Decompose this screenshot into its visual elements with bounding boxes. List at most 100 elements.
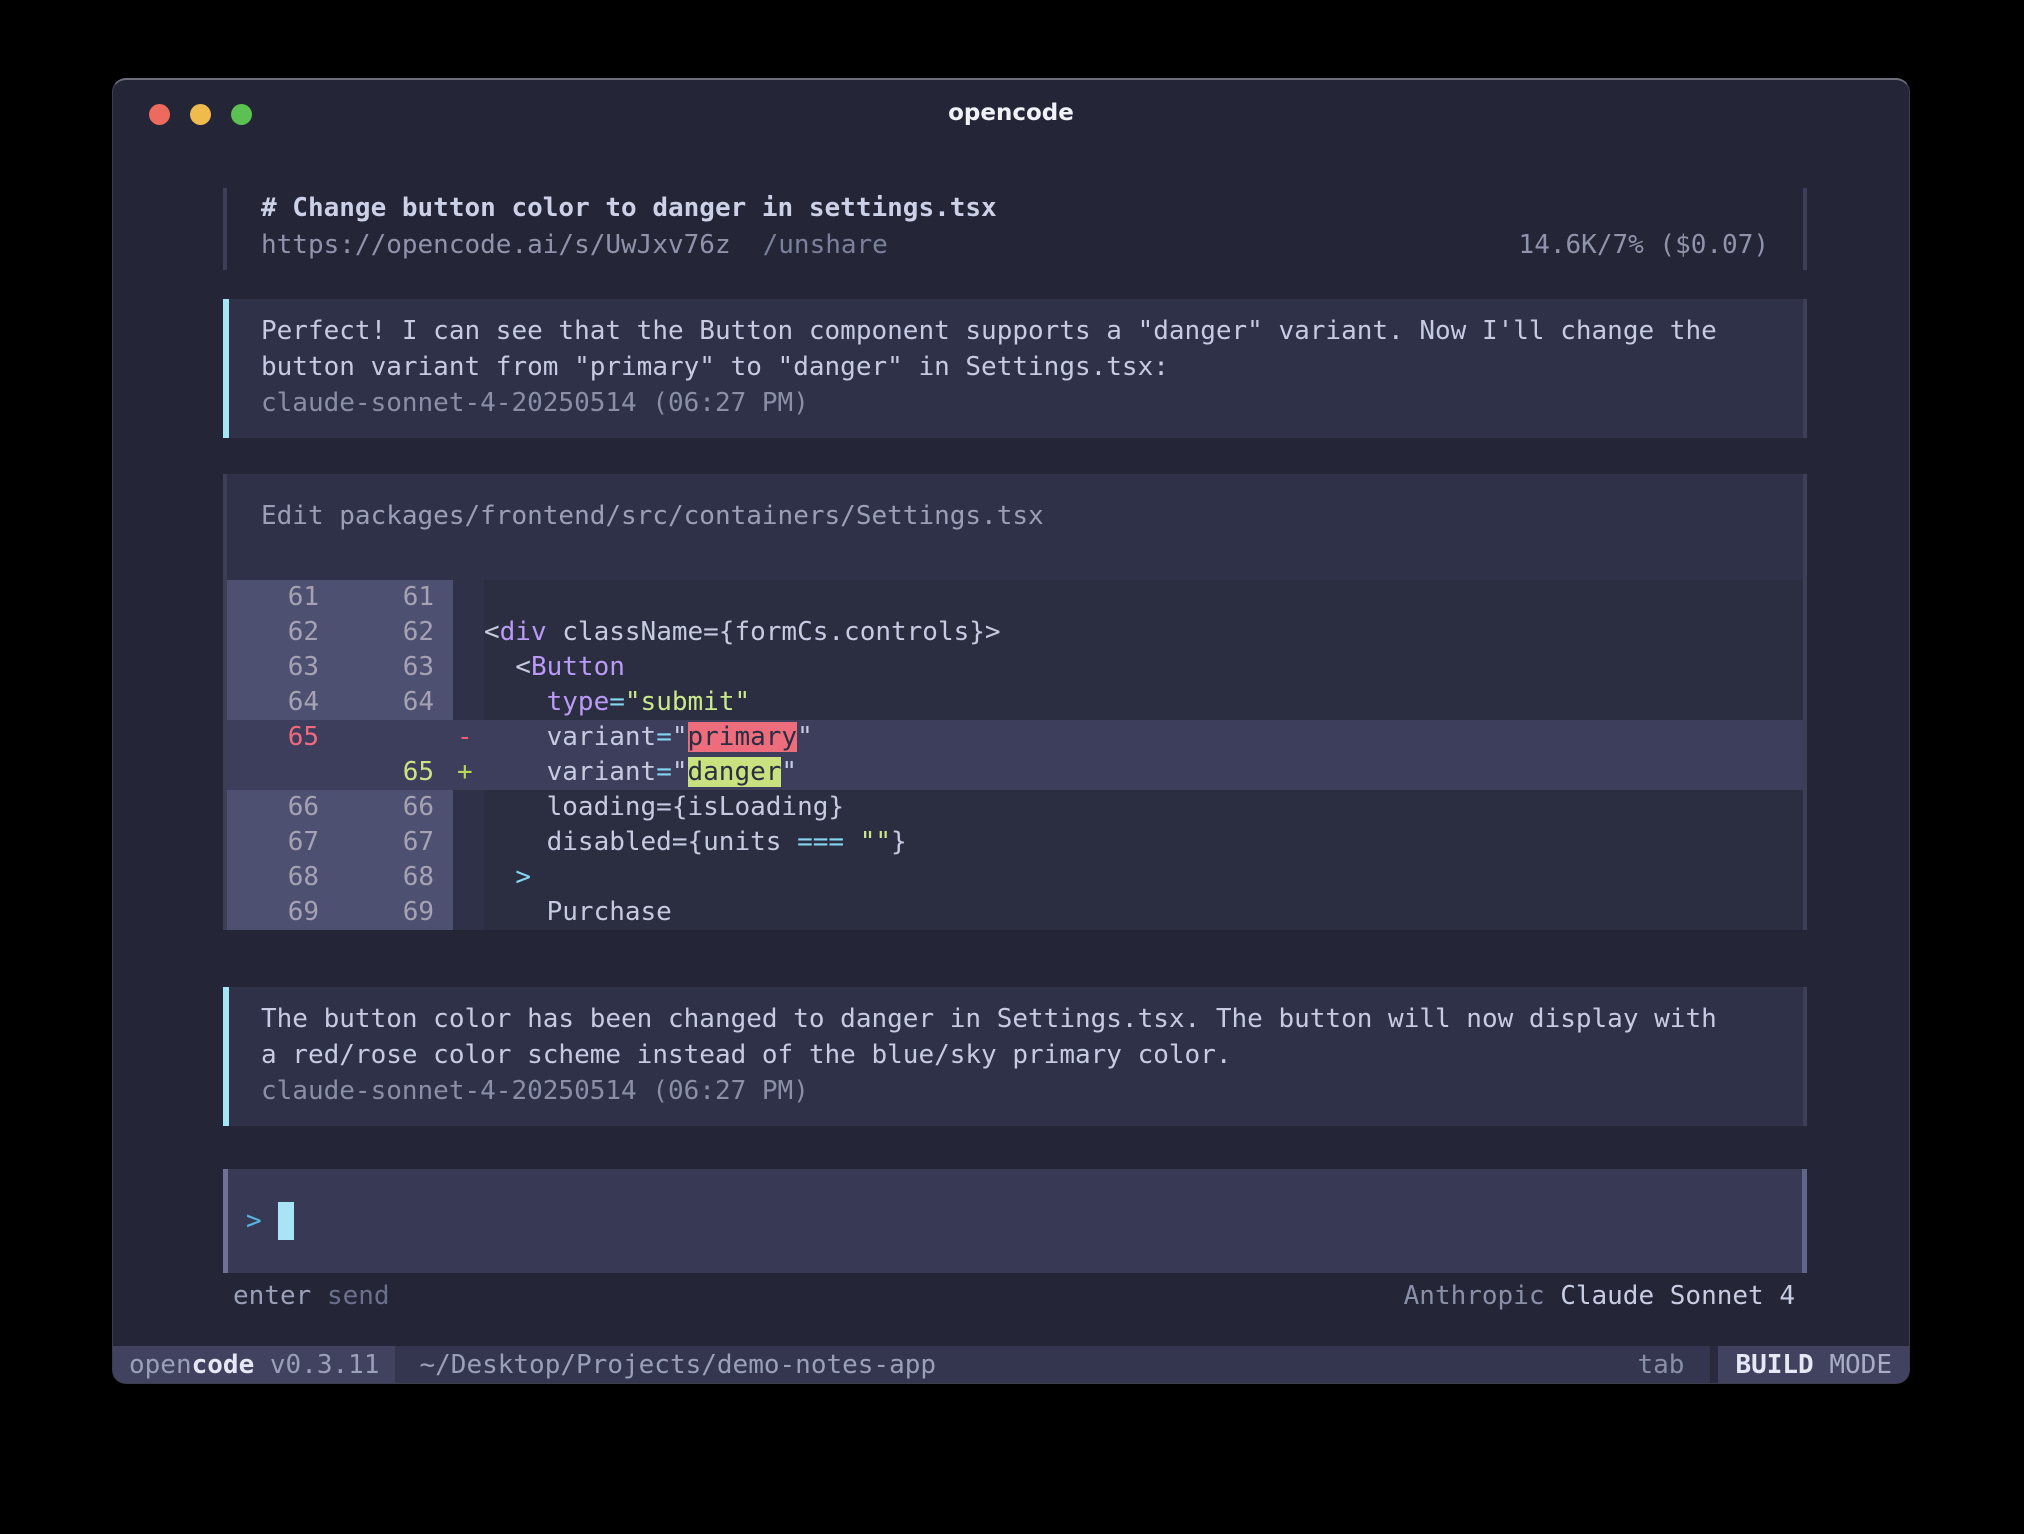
new-line-number: 65	[319, 755, 434, 790]
model-label: Claude Sonnet 4	[1560, 1281, 1795, 1311]
mode-name: BUILD	[1735, 1350, 1813, 1380]
diff-gutter: 6666	[227, 790, 453, 825]
working-directory: ~/Desktop/Projects/demo-notes-app	[419, 1346, 936, 1383]
code-token: variant	[484, 757, 656, 787]
code-token: disabled={units	[484, 827, 797, 857]
window-title: opencode	[113, 100, 1909, 126]
message-model-meta: claude-sonnet-4-20250514 (06:27 PM)	[261, 1073, 1773, 1109]
diff-gutter: 6363	[227, 650, 453, 685]
tab-key-hint[interactable]: tab	[1637, 1346, 1684, 1383]
code-token: className={formCs.controls}>	[547, 617, 1001, 647]
titlebar: opencode	[113, 80, 1909, 150]
code-token: variant	[484, 722, 656, 752]
code-token: "submit"	[625, 687, 750, 717]
diff-row: 65- variant="primary"	[227, 720, 1803, 755]
old-line-number: 65	[227, 720, 319, 755]
diff-marker	[453, 685, 484, 720]
session-header: # Change button color to danger in setti…	[223, 188, 1807, 270]
edit-tool-call: Edit packages/frontend/src/containers/Se…	[223, 474, 1807, 930]
mode-indicator[interactable]: BUILD MODE	[1718, 1346, 1909, 1383]
code-token: =	[656, 722, 672, 752]
code-token: >	[515, 862, 531, 892]
old-line-number: 68	[227, 860, 319, 895]
code-token: <	[484, 617, 500, 647]
session-title: # Change button color to danger in setti…	[261, 190, 1769, 227]
old-line-number: 62	[227, 615, 319, 650]
diff-row: 6666 loading={isLoading}	[227, 790, 1803, 825]
new-line-number: 62	[319, 615, 434, 650]
code-line	[484, 580, 1803, 615]
diff-gutter: 6969	[227, 895, 453, 930]
message-text-line: a red/rose color scheme instead of the b…	[261, 1037, 1773, 1073]
code-token: Button	[531, 652, 625, 682]
diff-row: 6969 Purchase	[227, 895, 1803, 930]
message-text-line: The button color has been changed to dan…	[261, 1001, 1773, 1037]
text-cursor	[278, 1202, 294, 1240]
code-line: variant="danger"	[484, 755, 1803, 790]
app-version-chip: opencode v0.3.11	[113, 1346, 395, 1383]
assistant-message: The button color has been changed to dan…	[223, 987, 1807, 1126]
diff-gutter: 6161	[227, 580, 453, 615]
old-line-number: 67	[227, 825, 319, 860]
model-label	[1545, 1281, 1561, 1311]
old-line-number: 66	[227, 790, 319, 825]
code-line: type="submit"	[484, 685, 1803, 720]
new-line-number: 61	[319, 580, 434, 615]
code-token: "	[797, 722, 813, 752]
share-url-link[interactable]: https://opencode.ai/s/UwJxv76z	[261, 230, 731, 260]
code-token: loading={isLoading}	[484, 792, 844, 822]
code-line: <Button	[484, 650, 1803, 685]
new-line-number: 67	[319, 825, 434, 860]
message-text-line: Perfect! I can see that the Button compo…	[261, 313, 1773, 349]
code-token: "	[781, 757, 797, 787]
message-text-line: button variant from "primary" to "danger…	[261, 349, 1773, 385]
diff-marker	[453, 650, 484, 685]
code-line: variant="primary"	[484, 720, 1803, 755]
code-token: =	[609, 687, 625, 717]
old-line-number: 63	[227, 650, 319, 685]
code-token: ""	[860, 827, 891, 857]
diff-view: 6161 6262 <div className={formCs.control…	[227, 580, 1803, 930]
new-line-number: 64	[319, 685, 434, 720]
code-token: }	[891, 827, 907, 857]
app-name: open	[129, 1350, 192, 1380]
diff-row: 65 + variant="danger"	[227, 755, 1803, 790]
diff-marker	[453, 860, 484, 895]
diff-gutter: 65	[227, 755, 453, 790]
prompt-input[interactable]: >	[223, 1169, 1807, 1273]
assistant-message: Perfect! I can see that the Button compo…	[223, 299, 1807, 438]
diff-marker	[453, 580, 484, 615]
diff-row: 6262 <div className={formCs.controls}>	[227, 615, 1803, 650]
send-action-hint: send	[327, 1281, 390, 1311]
diff-marker: +	[453, 755, 484, 790]
diff-gutter: 6262	[227, 615, 453, 650]
diff-gutter: 6868	[227, 860, 453, 895]
opencode-window: opencode # Change button color to danger…	[112, 78, 1910, 1384]
new-line-number: 69	[319, 895, 434, 930]
mode-suffix: MODE	[1814, 1350, 1892, 1380]
new-line-number: 63	[319, 650, 434, 685]
unshare-command[interactable]: /unshare	[763, 230, 888, 260]
code-line: loading={isLoading}	[484, 790, 1803, 825]
diff-row: 6767 disabled={units === ""}	[227, 825, 1803, 860]
hint-bar: enter send Anthropic Claude Sonnet 4	[223, 1280, 1807, 1312]
code-token	[844, 827, 860, 857]
code-token: div	[500, 617, 547, 647]
code-line: disabled={units === ""}	[484, 825, 1803, 860]
statusbar-divider	[1710, 1346, 1718, 1383]
old-line-number: 64	[227, 685, 319, 720]
provider-label: Anthropic	[1404, 1281, 1545, 1311]
diff-row: 6464 type="submit"	[227, 685, 1803, 720]
diff-marker	[453, 895, 484, 930]
code-token	[484, 687, 547, 717]
token-usage: 14.6K/7% ($0.07)	[1519, 227, 1769, 264]
code-token: ===	[797, 827, 844, 857]
diff-row: 6868 >	[227, 860, 1803, 895]
diff-marker	[453, 790, 484, 825]
diff-gutter: 6767	[227, 825, 453, 860]
new-line-number	[319, 720, 434, 755]
code-line: <div className={formCs.controls}>	[484, 615, 1803, 650]
edit-tool-title: Edit packages/frontend/src/containers/Se…	[227, 498, 1803, 534]
app-version: v0.3.11	[254, 1350, 379, 1380]
old-line-number	[227, 755, 319, 790]
